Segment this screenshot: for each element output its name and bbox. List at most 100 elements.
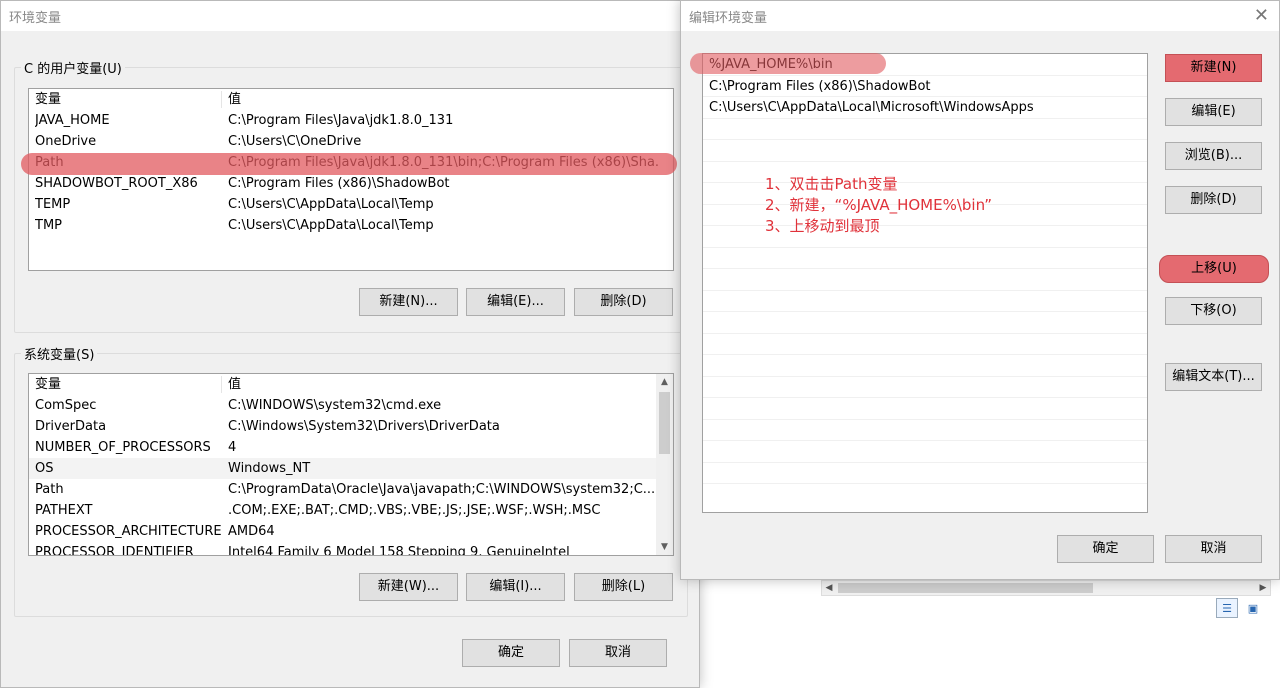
new-entry-button[interactable]: 新建(N)	[1165, 54, 1262, 82]
var-name: NUMBER_OF_PROCESSORS	[35, 440, 211, 455]
var-name: OS	[35, 461, 54, 476]
user-variables-list[interactable]: 变量 值 JAVA_HOME C:\Program Files\Java\jdk…	[28, 88, 674, 271]
background-horizontal-scrollbar[interactable]: ◀ ▶	[821, 580, 1271, 596]
close-icon[interactable]: ✕	[1254, 5, 1269, 26]
var-value: .COM;.EXE;.BAT;.CMD;.VBS;.VBE;.JS;.JSE;.…	[228, 503, 601, 518]
var-value: C:\Program Files\Java\jdk1.8.0_131	[228, 113, 454, 128]
user-variables-label: C 的用户变量(U)	[21, 58, 125, 77]
path-entry[interactable]: C:\Program Files (x86)\ShadowBot	[703, 76, 1147, 97]
path-entry-text: C:\Users\C\AppData\Local\Microsoft\Windo…	[709, 100, 1034, 115]
empty-path-entry[interactable]	[703, 377, 1147, 398]
var-name: SHADOWBOT_ROOT_X86	[35, 176, 198, 191]
var-value: AMD64	[228, 524, 275, 539]
details-view-icon[interactable]: ☰	[1216, 598, 1238, 618]
var-name: TMP	[35, 218, 62, 233]
path-entry-text: C:\Program Files (x86)\ShadowBot	[709, 78, 931, 94]
var-value: Intel64 Family 6 Model 158 Stepping 9, G…	[228, 545, 570, 556]
list-header: 变量 值	[29, 89, 673, 110]
move-down-button[interactable]: 下移(O)	[1165, 297, 1262, 325]
path-entry[interactable]: %JAVA_HOME%\bin	[703, 54, 1147, 76]
edit-text-button[interactable]: 编辑文本(T)...	[1165, 363, 1262, 391]
var-name: OneDrive	[35, 134, 97, 149]
system-var-row[interactable]: PROCESSOR_ARCHITECTURE AMD64	[29, 521, 673, 542]
path-entries-list[interactable]: %JAVA_HOME%\bin C:\Program Files (x86)\S…	[702, 53, 1148, 513]
system-variables-label: 系统变量(S)	[21, 344, 98, 363]
background-window: ◀ ▶ ☰ ▣	[690, 570, 1280, 688]
user-var-row[interactable]: JAVA_HOME C:\Program Files\Java\jdk1.8.0…	[29, 110, 673, 131]
scroll-up-icon[interactable]: ▲	[656, 377, 673, 387]
env-ok-button[interactable]: 确定	[462, 639, 560, 667]
large-icons-view-icon[interactable]: ▣	[1242, 598, 1264, 618]
view-mode-toggle: ☰ ▣	[1216, 598, 1264, 618]
scrollbar-thumb[interactable]	[659, 392, 670, 454]
empty-path-entry[interactable]	[703, 119, 1147, 140]
user-var-row-path[interactable]: Path C:\Program Files\Java\jdk1.8.0_131\…	[29, 152, 673, 173]
var-name: JAVA_HOME	[35, 113, 110, 128]
var-value: Windows_NT	[228, 461, 311, 476]
delete-entry-button[interactable]: 删除(D)	[1165, 186, 1262, 214]
empty-path-entry[interactable]	[703, 420, 1147, 441]
user-var-row[interactable]: TMP C:\Users\C\AppData\Local\Temp	[29, 215, 673, 236]
annotation-step-1: 1、双击击Path变量	[765, 175, 898, 193]
env-window-titlebar: 环境变量	[1, 1, 699, 31]
user-delete-button[interactable]: 删除(D)	[574, 288, 673, 316]
var-name: TEMP	[35, 197, 71, 212]
empty-path-entry[interactable]	[703, 441, 1147, 463]
var-name: ComSpec	[35, 398, 97, 413]
empty-path-entry[interactable]	[703, 269, 1147, 291]
user-edit-button[interactable]: 编辑(E)...	[466, 288, 565, 316]
annotation-step-3: 3、上移动到最顶	[765, 217, 880, 235]
column-divider[interactable]	[221, 376, 222, 393]
path-entry-text: %JAVA_HOME%\bin	[709, 57, 833, 72]
environment-variables-window: 环境变量 C 的用户变量(U) 变量 值 JAVA_HOME C:\Progra…	[0, 0, 700, 688]
user-var-row[interactable]: TEMP C:\Users\C\AppData\Local\Temp	[29, 194, 673, 215]
user-var-row[interactable]: OneDrive C:\Users\C\OneDrive	[29, 131, 673, 152]
edit-window-titlebar: 编辑环境变量 ✕	[681, 1, 1279, 31]
empty-path-entry[interactable]	[703, 334, 1147, 355]
column-header-value[interactable]: 值	[228, 89, 658, 110]
edit-entry-button[interactable]: 编辑(E)	[1165, 98, 1262, 126]
column-header-variable[interactable]: 变量	[35, 89, 225, 110]
system-list-scrollbar[interactable]: ▲ ▼	[656, 374, 673, 555]
system-edit-button[interactable]: 编辑(I)...	[466, 573, 565, 601]
system-var-row-selected[interactable]: OS Windows_NT	[29, 458, 673, 479]
system-var-row[interactable]: PATHEXT .COM;.EXE;.BAT;.CMD;.VBS;.VBE;.J…	[29, 500, 673, 521]
scrollbar-thumb[interactable]	[838, 583, 1093, 593]
path-entry[interactable]: C:\Users\C\AppData\Local\Microsoft\Windo…	[703, 97, 1147, 119]
system-variables-list[interactable]: 变量 值 ComSpec C:\WINDOWS\system32\cmd.exe…	[28, 373, 674, 556]
var-value: 4	[228, 440, 237, 455]
empty-path-entry[interactable]	[703, 312, 1147, 334]
edit-ok-button[interactable]: 确定	[1057, 535, 1154, 563]
empty-path-entry[interactable]	[703, 140, 1147, 162]
env-window-title: 环境变量	[9, 11, 62, 26]
empty-path-entry[interactable]	[703, 355, 1147, 377]
var-name: Path	[35, 482, 64, 497]
edit-cancel-button[interactable]: 取消	[1165, 535, 1262, 563]
empty-path-entry[interactable]	[703, 291, 1147, 312]
var-name: DriverData	[35, 419, 107, 434]
var-name: Path	[35, 155, 64, 170]
scroll-down-icon[interactable]: ▼	[656, 542, 673, 552]
system-var-row[interactable]: Path C:\ProgramData\Oracle\Java\javapath…	[29, 479, 673, 500]
empty-path-entry[interactable]	[703, 463, 1147, 484]
user-var-row[interactable]: SHADOWBOT_ROOT_X86 C:\Program Files (x86…	[29, 173, 673, 194]
scroll-left-icon[interactable]: ◀	[822, 581, 836, 595]
move-up-button[interactable]: 上移(U)	[1159, 255, 1269, 283]
browse-button[interactable]: 浏览(B)...	[1165, 142, 1262, 170]
var-value: C:\Users\C\AppData\Local\Temp	[228, 218, 434, 233]
system-var-row[interactable]: PROCESSOR_IDENTIFIER Intel64 Family 6 Mo…	[29, 542, 673, 556]
system-delete-button[interactable]: 删除(L)	[574, 573, 673, 601]
column-header-value[interactable]: 值	[228, 374, 658, 395]
column-divider[interactable]	[221, 91, 222, 108]
scroll-right-icon[interactable]: ▶	[1256, 581, 1270, 595]
system-new-button[interactable]: 新建(W)...	[359, 573, 458, 601]
column-header-variable[interactable]: 变量	[35, 374, 225, 395]
system-var-row[interactable]: NUMBER_OF_PROCESSORS 4	[29, 437, 673, 458]
system-var-row[interactable]: DriverData C:\Windows\System32\Drivers\D…	[29, 416, 673, 437]
empty-path-entry[interactable]	[703, 398, 1147, 420]
user-new-button[interactable]: 新建(N)...	[359, 288, 458, 316]
empty-path-entry[interactable]	[703, 248, 1147, 269]
var-value: C:\Program Files\Java\jdk1.8.0_131\bin;C…	[228, 155, 658, 170]
env-cancel-button[interactable]: 取消	[569, 639, 667, 667]
system-var-row[interactable]: ComSpec C:\WINDOWS\system32\cmd.exe	[29, 395, 673, 416]
